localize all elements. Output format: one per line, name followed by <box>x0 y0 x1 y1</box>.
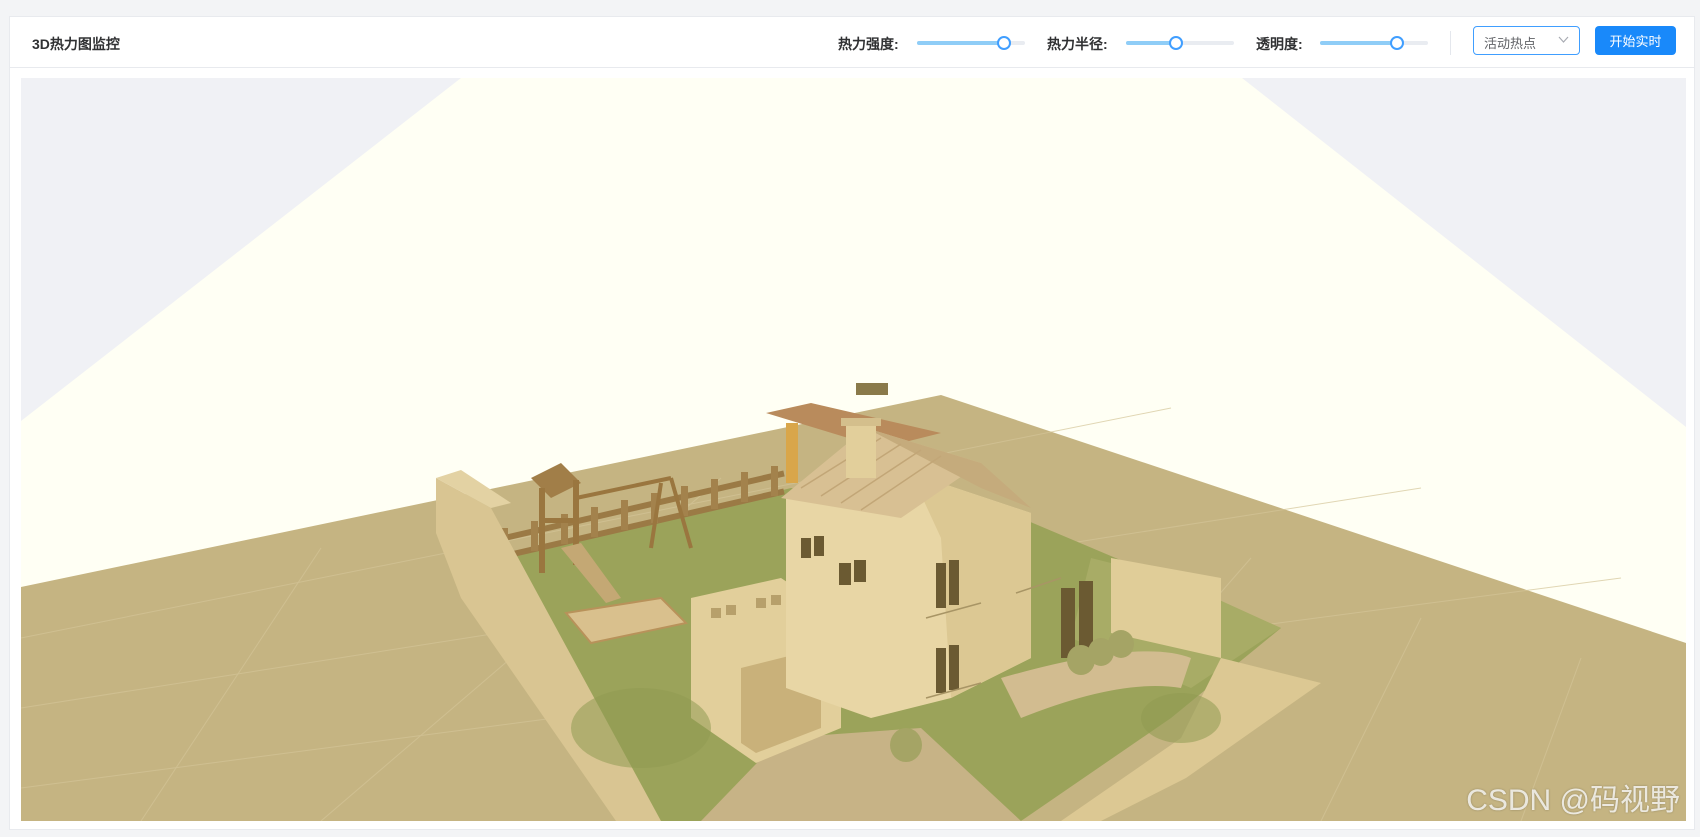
heatmap-monitor-app: 3D热力图监控 热力强度: 热力半径: 透明度: 活动热点 开始实时 CSDN … <box>9 16 1695 830</box>
house-model-scene <box>21 78 1686 821</box>
opacity-label: 透明度: <box>1256 36 1303 52</box>
mode-select-value: 活动热点 <box>1484 36 1537 51</box>
toolbar: 3D热力图监控 热力强度: 热力半径: 透明度: 活动热点 开始实时 <box>10 17 1694 68</box>
radius-slider[interactable] <box>1126 36 1234 50</box>
radius-slider-fill <box>1126 41 1175 45</box>
start-realtime-button[interactable]: 开始实时 <box>1595 26 1676 55</box>
intensity-slider-thumb[interactable] <box>997 36 1012 50</box>
intensity-slider[interactable] <box>917 36 1025 50</box>
radius-label: 热力半径: <box>1047 36 1108 52</box>
opacity-slider-thumb[interactable] <box>1389 36 1404 50</box>
intensity-label: 热力强度: <box>838 36 899 52</box>
mode-select[interactable]: 活动热点 <box>1473 26 1580 55</box>
page-title: 3D热力图监控 <box>32 36 120 52</box>
intensity-slider-fill <box>917 41 1004 45</box>
radius-slider-thumb[interactable] <box>1168 36 1183 50</box>
chevron-down-icon <box>1558 36 1569 43</box>
opacity-slider-fill <box>1320 41 1396 45</box>
toolbar-divider <box>1450 31 1451 55</box>
watermark: CSDN @码视野 <box>1466 784 1680 817</box>
opacity-slider[interactable] <box>1320 36 1428 50</box>
3d-scene-viewport[interactable]: CSDN @码视野 <box>21 78 1686 821</box>
